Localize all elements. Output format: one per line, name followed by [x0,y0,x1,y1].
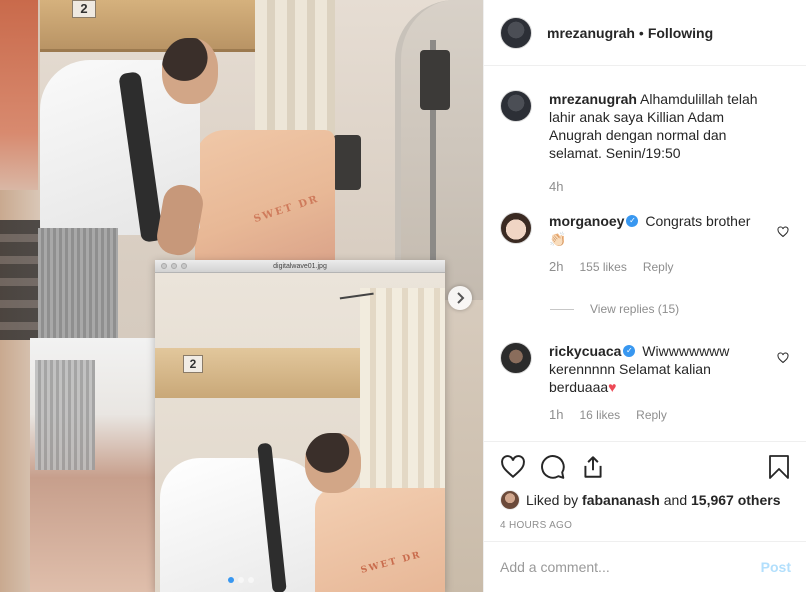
caption-username[interactable]: mrezanugrah [549,91,637,107]
photo-bed-control [420,50,450,110]
post-actions: Liked by fabananash and 15,967 others 4 … [484,441,806,541]
comment-body: morganoey ✓ Congrats brother 👏🏻 2h 155 li… [549,212,777,276]
comment-username[interactable]: rickycuaca [549,343,621,359]
inner-window-controls [161,263,187,269]
share-icon[interactable] [580,454,606,480]
photo-door [0,0,38,190]
header-username[interactable]: mrezanugrah [547,25,635,41]
reply-button[interactable]: Reply [636,406,667,424]
likes-middle: and [663,492,688,508]
inner-photo-man-head [305,433,361,493]
post-header: mrezanugrah • Following [484,0,806,66]
comment-like-heart-icon[interactable] [777,352,789,364]
avatar[interactable] [500,90,532,122]
comment-input[interactable] [500,559,761,575]
likes-others[interactable]: 15,967 others [691,492,781,508]
avatar[interactable] [500,16,532,49]
inner-window-title: digitalwave01.jpg [273,263,327,270]
comments-section[interactable]: mrezanugrah Alhamdulillah telah lahir an… [484,66,806,441]
comment-time[interactable]: 2h [549,258,563,276]
comment-meta: 1h 16 likes Reply [549,406,777,424]
reply-button[interactable]: Reply [643,258,674,276]
view-replies-label: View replies (15) [590,302,680,316]
inner-window-titlebar: digitalwave01.jpg [155,260,445,273]
caption-body: mrezanugrah Alhamdulillah telah lahir an… [549,90,777,196]
caption-time[interactable]: 4h [549,178,563,196]
likes-summary[interactable]: Liked by fabananash and 15,967 others [500,490,781,510]
carousel-dot [238,577,244,583]
photo-lower-shorts [35,360,95,470]
inner-photo-man-shirt [160,458,325,592]
add-comment-bar: Post [484,541,806,592]
clap-emoji-icon: 👏🏻 [549,231,567,247]
comment-time[interactable]: 1h [549,406,563,424]
avatar[interactable] [500,490,520,510]
avatar[interactable] [500,212,532,244]
header-separator: • [638,24,644,41]
post-panel: mrezanugrah • Following mrezanugrah Alha… [483,0,806,592]
photo-bed-control-2 [333,135,361,190]
carousel-dot-active [228,577,234,583]
posted-time[interactable]: 4 HOURS AGO [500,520,572,531]
view-replies-line [550,308,574,310]
carousel-dot [248,577,254,583]
comment-likes[interactable]: 16 likes [579,406,620,424]
view-replies-button[interactable]: View replies (15) [550,302,679,316]
following-button[interactable]: Following [648,25,713,41]
verified-badge-icon: ✓ [626,215,639,228]
avatar[interactable] [500,342,532,374]
photo-floor [0,220,40,340]
likes-prefix: Liked by [526,492,579,508]
comment-item: morganoey ✓ Congrats brother 👏🏻 2h 155 li… [500,212,777,276]
caption: mrezanugrah Alhamdulillah telah lahir an… [500,90,777,196]
photo-man-head [162,38,218,104]
comment-username[interactable]: morganoey [549,213,624,229]
comment-text: Congrats brother [645,213,751,229]
photo-number-plate: 2 [72,0,96,18]
caption-meta: 4h [549,178,777,196]
likes-user[interactable]: fabananash [582,492,660,508]
bookmark-icon[interactable] [767,454,791,480]
heart-emoji-icon: ♥ [608,379,617,395]
comment-body: rickycuaca ✓ Wiwwwwwww kerennnnn Selamat … [549,342,777,424]
comment-icon[interactable] [540,454,566,480]
inner-window-photo: 2 SWET DR [155,273,445,592]
inner-photo-blanket [315,488,445,592]
heart-icon[interactable] [500,454,526,480]
photo-lower-right [445,300,483,592]
comment-item: rickycuaca ✓ Wiwwwwwww kerennnnn Selamat … [500,342,777,424]
inner-photo-number-plate: 2 [183,355,203,373]
inner-image-window: digitalwave01.jpg 2 SWET DR [155,260,445,592]
comment-like-heart-icon[interactable] [777,226,789,238]
post-button[interactable]: Post [761,559,791,575]
carousel-next-button[interactable] [448,286,472,310]
verified-badge-icon: ✓ [623,345,636,358]
comment-likes[interactable]: 155 likes [579,258,626,276]
photo-man-pants [38,228,118,338]
post-media[interactable]: 2 SWET DR digitalwave01.jpg 2 SWET DR [0,0,483,592]
comment-meta: 2h 155 likes Reply [549,258,777,276]
chevron-right-icon [457,292,465,304]
carousel-indicator [228,577,254,583]
action-icons [500,454,606,480]
